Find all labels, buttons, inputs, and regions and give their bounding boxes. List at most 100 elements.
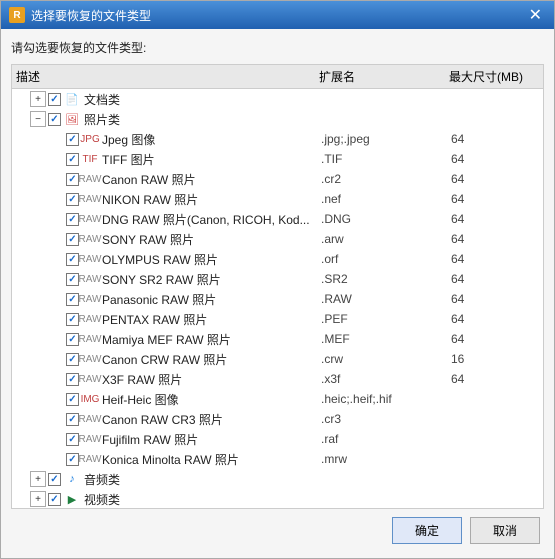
checkbox-raw[interactable] — [66, 293, 79, 306]
col-desc-header: 描述 — [16, 68, 319, 85]
col-ext-header: 扩展名 — [319, 68, 449, 85]
ext-raf: .raf — [321, 432, 451, 446]
checkbox-audio[interactable] — [48, 473, 61, 486]
cr2-icon: RAW — [82, 171, 98, 187]
subtitle-text: 请勾选要恢复的文件类型: — [11, 39, 544, 56]
checkbox-cr2[interactable] — [66, 173, 79, 186]
video-icon: ▶ — [64, 491, 80, 507]
checkbox-pef[interactable] — [66, 313, 79, 326]
file-type-tree[interactable]: + 📄 文档类 − 🖼 照片类 JPG Jpeg 图 — [11, 88, 544, 509]
pef-icon: RAW — [82, 311, 98, 327]
size-jpeg: 64 — [451, 132, 541, 146]
checkbox-heic[interactable] — [66, 393, 79, 406]
checkbox-dng[interactable] — [66, 213, 79, 226]
size-crw: 16 — [451, 352, 541, 366]
list-item[interactable]: RAW Fujifilm RAW 照片 .raf — [12, 429, 543, 449]
close-button[interactable]: ✕ — [525, 5, 546, 25]
size-pef: 64 — [451, 312, 541, 326]
list-item[interactable]: RAW Canon RAW 照片 .cr2 64 — [12, 169, 543, 189]
sr2-icon: RAW — [82, 271, 98, 287]
label-raw: Panasonic RAW 照片 — [102, 291, 321, 308]
list-item[interactable]: RAW OLYMPUS RAW 照片 .orf 64 — [12, 249, 543, 269]
jpeg-icon: JPG — [82, 131, 98, 147]
dng-icon: RAW — [82, 211, 98, 227]
label-video: 视频类 — [84, 491, 321, 508]
photo-icon: 🖼 — [64, 111, 80, 127]
size-tiff: 64 — [451, 152, 541, 166]
checkbox-tiff[interactable] — [66, 153, 79, 166]
size-dng: 64 — [451, 212, 541, 226]
category-audio[interactable]: + ♪ 音频类 — [12, 469, 543, 489]
label-docs: 文档类 — [84, 91, 321, 108]
ext-cr2: .cr2 — [321, 172, 451, 186]
list-item[interactable]: RAW SONY SR2 RAW 照片 .SR2 64 — [12, 269, 543, 289]
ext-orf: .orf — [321, 252, 451, 266]
audio-icon: ♪ — [64, 471, 80, 487]
label-crw: Canon CRW RAW 照片 — [102, 351, 321, 368]
toggle-photos[interactable]: − — [30, 111, 46, 127]
list-item[interactable]: RAW Panasonic RAW 照片 .RAW 64 — [12, 289, 543, 309]
list-item[interactable]: RAW PENTAX RAW 照片 .PEF 64 — [12, 309, 543, 329]
ext-tiff: .TIF — [321, 152, 451, 166]
checkbox-cr3[interactable] — [66, 413, 79, 426]
footer: 确定 取消 — [11, 509, 544, 548]
raw-icon: RAW — [82, 291, 98, 307]
ext-mrw: .mrw — [321, 452, 451, 466]
ok-button[interactable]: 确定 — [392, 517, 462, 544]
ext-jpeg: .jpg;.jpeg — [321, 132, 451, 146]
label-audio: 音频类 — [84, 471, 321, 488]
checkbox-video[interactable] — [48, 493, 61, 506]
list-item[interactable]: RAW DNG RAW 照片(Canon, RICOH, Kod... .DNG… — [12, 209, 543, 229]
checkbox-orf[interactable] — [66, 253, 79, 266]
label-orf: OLYMPUS RAW 照片 — [102, 251, 321, 268]
label-mef: Mamiya MEF RAW 照片 — [102, 331, 321, 348]
category-docs[interactable]: + 📄 文档类 — [12, 89, 543, 109]
mef-icon: RAW — [82, 331, 98, 347]
list-item[interactable]: JPG Jpeg 图像 .jpg;.jpeg 64 — [12, 129, 543, 149]
label-cr2: Canon RAW 照片 — [102, 171, 321, 188]
list-item[interactable]: RAW Konica Minolta RAW 照片 .mrw — [12, 449, 543, 469]
checkbox-raf[interactable] — [66, 433, 79, 446]
list-item[interactable]: RAW Canon CRW RAW 照片 .crw 16 — [12, 349, 543, 369]
list-item[interactable]: TIF TIFF 图片 .TIF 64 — [12, 149, 543, 169]
list-item[interactable]: RAW X3F RAW 照片 .x3f 64 — [12, 369, 543, 389]
checkbox-nef[interactable] — [66, 193, 79, 206]
label-dng: DNG RAW 照片(Canon, RICOH, Kod... — [102, 211, 321, 228]
checkbox-jpeg[interactable] — [66, 133, 79, 146]
orf-icon: RAW — [82, 251, 98, 267]
size-orf: 64 — [451, 252, 541, 266]
checkbox-arw[interactable] — [66, 233, 79, 246]
ext-mef: .MEF — [321, 332, 451, 346]
ext-dng: .DNG — [321, 212, 451, 226]
checkbox-mef[interactable] — [66, 333, 79, 346]
content-area: 请勾选要恢复的文件类型: 描述 扩展名 最大尺寸(MB) + 📄 文档类 − 🖼… — [1, 29, 554, 558]
checkbox-x3f[interactable] — [66, 373, 79, 386]
checkbox-sr2[interactable] — [66, 273, 79, 286]
category-video[interactable]: + ▶ 视频类 — [12, 489, 543, 509]
ext-cr3: .cr3 — [321, 412, 451, 426]
ext-sr2: .SR2 — [321, 272, 451, 286]
raf-icon: RAW — [82, 431, 98, 447]
list-item[interactable]: RAW NIKON RAW 照片 .nef 64 — [12, 189, 543, 209]
checkbox-photos[interactable] — [48, 113, 61, 126]
checkbox-mrw[interactable] — [66, 453, 79, 466]
size-nef: 64 — [451, 192, 541, 206]
toggle-video[interactable]: + — [30, 491, 46, 507]
label-photos: 照片类 — [84, 111, 321, 128]
ext-heic: .heic;.heif;.hif — [321, 392, 451, 406]
list-item[interactable]: RAW Canon RAW CR3 照片 .cr3 — [12, 409, 543, 429]
checkbox-crw[interactable] — [66, 353, 79, 366]
list-item[interactable]: RAW Mamiya MEF RAW 照片 .MEF 64 — [12, 329, 543, 349]
title-bar: R 选择要恢复的文件类型 ✕ — [1, 1, 554, 29]
list-item[interactable]: RAW SONY RAW 照片 .arw 64 — [12, 229, 543, 249]
ext-nef: .nef — [321, 192, 451, 206]
cancel-button[interactable]: 取消 — [470, 517, 540, 544]
toggle-docs[interactable]: + — [30, 91, 46, 107]
label-arw: SONY RAW 照片 — [102, 231, 321, 248]
list-item[interactable]: IMG Heif-Heic 图像 .heic;.heif;.hif — [12, 389, 543, 409]
tiff-icon: TIF — [82, 151, 98, 167]
category-photos[interactable]: − 🖼 照片类 — [12, 109, 543, 129]
label-sr2: SONY SR2 RAW 照片 — [102, 271, 321, 288]
toggle-audio[interactable]: + — [30, 471, 46, 487]
checkbox-docs[interactable] — [48, 93, 61, 106]
